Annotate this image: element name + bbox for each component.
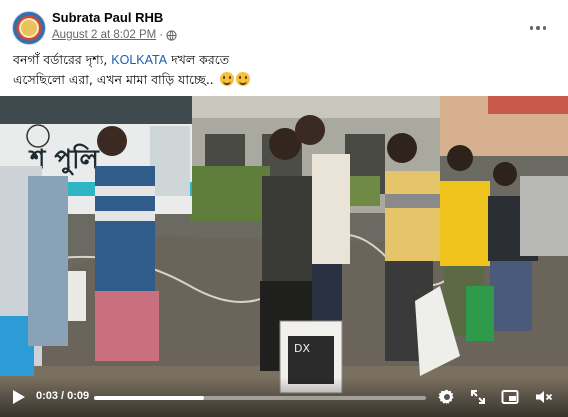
avatar[interactable] <box>12 11 46 45</box>
more-dot-icon <box>542 26 547 30</box>
picture-in-picture-icon[interactable] <box>500 387 520 407</box>
globe-icon <box>166 29 177 41</box>
current-time: 0:03 <box>36 390 59 402</box>
time-separator: / <box>61 390 65 402</box>
video-player[interactable]: শ পুলি DX 0:03 / 0:09 <box>0 96 568 417</box>
meta-separator: · <box>159 29 164 41</box>
play-icon[interactable] <box>12 389 26 405</box>
settings-gear-icon[interactable] <box>437 387 457 407</box>
bag-lettering: DX <box>294 342 310 355</box>
progress-fill <box>94 396 204 400</box>
caption-text-line2: এসেছিলো এরা, এখন মামা বাড়ি যাচ্ছে.. <box>13 72 218 87</box>
caption-hashtag-link[interactable]: KOLKATA <box>111 53 167 67</box>
author-name[interactable]: Subrata Paul RHB <box>52 10 163 25</box>
video-controls-bar: 0:03/0:09 <box>0 377 568 417</box>
smiling-emoji-icon <box>219 72 234 86</box>
fullscreen-expand-icon[interactable] <box>468 387 488 407</box>
video-time: 0:03/0:09 <box>36 390 89 402</box>
video-frame: শ পুলি DX <box>0 96 568 417</box>
post-date-link[interactable]: August 2 at 8:02 PM <box>52 29 156 41</box>
more-dot-icon <box>529 26 534 30</box>
duration: 0:09 <box>67 390 90 402</box>
post-caption: বনগাঁ বর্ডারের দৃশ্য, KOLKATA দখল করতে এ… <box>13 50 553 90</box>
more-options-button[interactable] <box>526 18 550 38</box>
progress-track[interactable] <box>94 396 426 400</box>
volume-mute-icon[interactable] <box>533 387 553 407</box>
post-meta: August 2 at 8:02 PM · <box>52 29 177 41</box>
smiling-emoji-icon <box>235 72 250 86</box>
caption-line-1: বনগাঁ বর্ডারের দৃশ্য, KOLKATA দখল করতে <box>13 50 553 70</box>
post-header: Subrata Paul RHB August 2 at 8:02 PM · <box>10 8 558 48</box>
caption-text-end: দখল করতে <box>167 52 230 67</box>
more-dot-icon <box>536 26 540 30</box>
caption-text-start: বনগাঁ বর্ডারের দৃশ্য, <box>13 52 112 67</box>
caption-line-2: এসেছিলো এরা, এখন মামা বাড়ি যাচ্ছে.. <box>13 70 553 90</box>
